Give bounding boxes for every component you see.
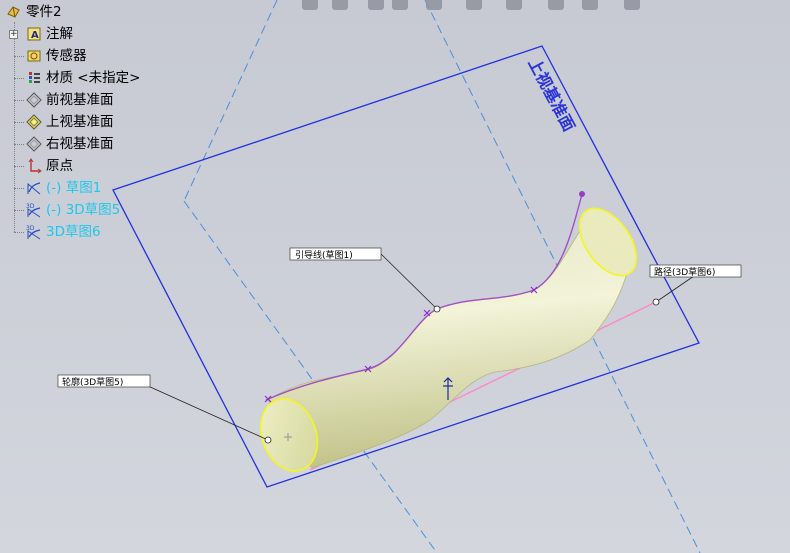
plane-label: 上视基准面	[524, 55, 578, 135]
heads-up-view-toolbar	[290, 0, 660, 12]
tree-item-label: 前视基准面	[46, 92, 114, 108]
guide-end-point[interactable]	[579, 191, 585, 197]
3d-sketch-icon: 3D	[26, 202, 42, 218]
hide-show-items-icon[interactable]	[506, 0, 522, 10]
annotations-icon: A	[26, 26, 42, 42]
expand-annotations-toggle[interactable]: +	[9, 30, 18, 39]
tree-guide-line	[14, 166, 24, 167]
scene-icon[interactable]	[582, 0, 598, 10]
view-settings-icon[interactable]	[624, 0, 640, 10]
callout-leader-profile	[147, 385, 269, 441]
plane-selected-icon	[26, 114, 42, 130]
tree-item-label: 原点	[46, 158, 73, 174]
callout-text-path: 路径(3D草图6)	[654, 266, 715, 278]
tree-guide-line	[14, 56, 24, 57]
callout-anchor-path	[652, 298, 660, 306]
tree-guide-line	[14, 122, 24, 123]
display-style-icon[interactable]	[466, 0, 482, 10]
callout-leader-guide	[380, 253, 438, 310]
3d-sketch-icon: 3D	[26, 224, 42, 240]
zoom-to-area-icon[interactable]	[332, 0, 348, 10]
svg-text:A: A	[31, 30, 39, 41]
tree-guide-line	[14, 22, 15, 232]
callout-anchor-guide	[433, 305, 441, 313]
tree-item-label: (-) 草图1	[46, 180, 102, 196]
tree-item-label: 3D草图6	[46, 224, 101, 240]
section-view-icon[interactable]	[392, 0, 408, 10]
tree-item-label: 右视基准面	[46, 136, 114, 152]
tree-root-label: 零件2	[26, 4, 62, 20]
plane-icon	[26, 136, 42, 152]
tree-guide-line	[14, 78, 24, 79]
part-icon	[6, 4, 22, 20]
view-orientation-icon[interactable]	[426, 0, 442, 10]
appearance-icon[interactable]	[548, 0, 564, 10]
tree-item-label: 材质 <未指定>	[46, 70, 141, 86]
origin-icon	[26, 158, 42, 174]
tree-item-label: 注解	[46, 26, 73, 42]
svg-text:3D: 3D	[26, 203, 35, 210]
callout-anchor-profile	[264, 436, 272, 444]
feature-manager-tree: 零件2 + A 注解 传感器 材质 <未指定> 前视基准面 上视基准面 右视基准…	[0, 0, 200, 250]
svg-text:3D: 3D	[26, 225, 35, 232]
tree-item-label: 传感器	[46, 48, 87, 64]
sensors-icon	[26, 48, 42, 64]
tree-guide-line	[14, 232, 24, 233]
tree-guide-line	[14, 188, 24, 189]
tree-item-label: 上视基准面	[46, 114, 114, 130]
tree-guide-line	[14, 210, 24, 211]
plane-icon	[26, 92, 42, 108]
tree-item-label: (-) 3D草图5	[46, 202, 121, 218]
tree-guide-line	[14, 100, 24, 101]
material-icon	[26, 70, 42, 86]
callout-text-profile: 轮廓(3D草图5)	[62, 376, 123, 388]
zoom-to-fit-icon[interactable]	[302, 0, 318, 10]
callout-text-guide: 引导线(草图1)	[295, 249, 353, 261]
sketch-icon	[26, 180, 42, 196]
previous-view-icon[interactable]	[368, 0, 384, 10]
tree-guide-line	[14, 144, 24, 145]
